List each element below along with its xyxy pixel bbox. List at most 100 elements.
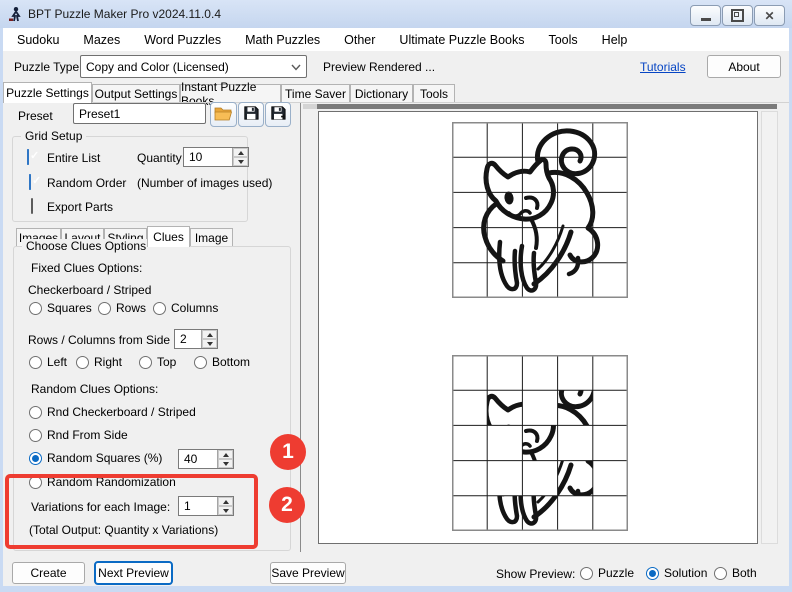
radio-right[interactable]: Right <box>76 355 122 369</box>
quantity-up-button[interactable] <box>233 148 248 157</box>
variations-stepper[interactable]: 1 <box>178 496 234 516</box>
random-order-checkbox[interactable] <box>29 174 31 190</box>
menu-bar: Sudoku Mazes Word Puzzles Math Puzzles O… <box>3 28 789 51</box>
variations-value: 1 <box>179 497 217 515</box>
squares-radio-circle[interactable] <box>29 302 42 315</box>
random-squares-stepper[interactable]: 40 <box>178 449 234 469</box>
menu-help[interactable]: Help <box>602 33 628 47</box>
columns-label: Columns <box>171 301 218 315</box>
minimize-icon <box>701 18 711 21</box>
radio-left[interactable]: Left <box>29 355 67 369</box>
variations-up-button[interactable] <box>218 497 233 506</box>
open-preset-button[interactable] <box>210 102 237 127</box>
side-up-button[interactable] <box>202 330 217 339</box>
rnd-checkerboard-radio-circle[interactable] <box>29 406 42 419</box>
fixed-clues-header: Fixed Clues Options: <box>31 261 142 275</box>
panel-splitter[interactable] <box>300 103 301 552</box>
tab-output-settings[interactable]: Output Settings <box>92 84 180 102</box>
preset-input[interactable] <box>73 103 206 124</box>
app-window: BPT Puzzle Maker Pro v2024.11.0.4 ✕ Sudo… <box>0 0 792 592</box>
radio-show-solution[interactable]: Solution <box>646 566 707 580</box>
restore-button[interactable] <box>722 5 753 26</box>
annotation-step-2: 2 <box>269 487 305 523</box>
menu-word-puzzles[interactable]: Word Puzzles <box>144 33 221 47</box>
save-plus-icon <box>270 105 286 124</box>
random-squares-down-button[interactable] <box>218 459 233 468</box>
menu-math-puzzles[interactable]: Math Puzzles <box>245 33 320 47</box>
columns-radio-circle[interactable] <box>153 302 166 315</box>
bottom-radio-circle[interactable] <box>194 356 207 369</box>
variations-down-button[interactable] <box>218 506 233 515</box>
folder-icon <box>214 106 233 124</box>
tab-dictionary[interactable]: Dictionary <box>350 84 413 102</box>
show-puzzle-radio-circle[interactable] <box>580 567 593 580</box>
save-preview-button[interactable]: Save Preview <box>270 562 346 584</box>
menu-sudoku[interactable]: Sudoku <box>17 33 59 47</box>
variations-label: Variations for each Image: <box>31 500 170 514</box>
show-preview-label: Show Preview: <box>496 567 575 581</box>
preview-vertical-scrollbar[interactable] <box>761 111 778 544</box>
tab-time-saver[interactable]: Time Saver <box>281 84 350 102</box>
save-preset-as-button[interactable] <box>265 102 291 127</box>
puzzle-type-select[interactable]: Copy and Color (Licensed) <box>80 55 307 78</box>
show-solution-radio-circle[interactable] <box>646 567 659 580</box>
about-button[interactable]: About <box>707 55 781 78</box>
radio-show-puzzle[interactable]: Puzzle <box>580 566 634 580</box>
right-label: Right <box>94 355 122 369</box>
preset-label: Preset <box>18 109 53 123</box>
rnd-from-side-radio-circle[interactable] <box>29 429 42 442</box>
save-preset-button[interactable] <box>238 102 264 127</box>
tutorials-link[interactable]: Tutorials <box>640 60 686 74</box>
side-down-button[interactable] <box>202 339 217 348</box>
create-button[interactable]: Create <box>12 562 85 584</box>
rows-from-side-value: 2 <box>175 330 201 348</box>
radio-rows[interactable]: Rows <box>98 301 146 315</box>
subtab-image[interactable]: Image <box>190 228 233 246</box>
radio-rnd-from-side[interactable]: Rnd From Side <box>29 428 128 442</box>
show-puzzle-label: Puzzle <box>598 566 634 580</box>
random-squares-radio-circle[interactable] <box>29 452 42 465</box>
app-icon <box>8 6 24 25</box>
radio-random-squares[interactable]: Random Squares (%) <box>29 451 162 465</box>
right-radio-circle[interactable] <box>76 356 89 369</box>
squares-label: Squares <box>47 301 92 315</box>
menu-mazes[interactable]: Mazes <box>83 33 120 47</box>
random-squares-up-button[interactable] <box>218 450 233 459</box>
rnd-checkerboard-label: Rnd Checkerboard / Striped <box>47 405 196 419</box>
entire-list-label: Entire List <box>47 151 100 165</box>
minimize-button[interactable] <box>690 5 721 26</box>
annotation-step-1: 1 <box>270 434 306 470</box>
subtab-clues[interactable]: Clues <box>147 226 190 247</box>
radio-random-randomization[interactable]: Random Randomization <box>29 475 176 489</box>
radio-show-both[interactable]: Both <box>714 566 757 580</box>
tab-puzzle-settings[interactable]: Puzzle Settings <box>3 82 92 103</box>
tab-instant-puzzle-books[interactable]: Instant Puzzle Books <box>180 84 281 102</box>
menu-tools[interactable]: Tools <box>548 33 577 47</box>
tab-tools[interactable]: Tools <box>413 84 455 102</box>
hidden-squares-mask <box>452 355 628 531</box>
restore-icon <box>731 9 744 22</box>
menu-ultimate-puzzle-books[interactable]: Ultimate Puzzle Books <box>399 33 524 47</box>
rows-from-side-stepper[interactable]: 2 <box>174 329 218 349</box>
rows-radio-circle[interactable] <box>98 302 111 315</box>
left-radio-circle[interactable] <box>29 356 42 369</box>
radio-squares[interactable]: Squares <box>29 301 92 315</box>
radio-columns[interactable]: Columns <box>153 301 218 315</box>
export-parts-checkbox[interactable] <box>31 198 33 214</box>
preview-top-scrollbar[interactable] <box>317 104 777 109</box>
radio-bottom[interactable]: Bottom <box>194 355 250 369</box>
show-both-radio-circle[interactable] <box>714 567 727 580</box>
random-randomization-radio-circle[interactable] <box>29 476 42 489</box>
preview-scrollbar-left-cap[interactable] <box>303 104 317 109</box>
menu-other[interactable]: Other <box>344 33 375 47</box>
top-radio-circle[interactable] <box>139 356 152 369</box>
radio-top[interactable]: Top <box>139 355 176 369</box>
close-button[interactable]: ✕ <box>754 5 785 26</box>
preview-panel <box>318 111 758 544</box>
next-preview-button[interactable]: Next Preview <box>94 561 173 585</box>
entire-list-checkbox[interactable] <box>27 149 29 165</box>
quantity-stepper[interactable]: 10 <box>183 147 249 167</box>
radio-rnd-checkerboard[interactable]: Rnd Checkerboard / Striped <box>29 405 196 419</box>
random-randomization-label: Random Randomization <box>47 475 176 489</box>
quantity-down-button[interactable] <box>233 157 248 166</box>
